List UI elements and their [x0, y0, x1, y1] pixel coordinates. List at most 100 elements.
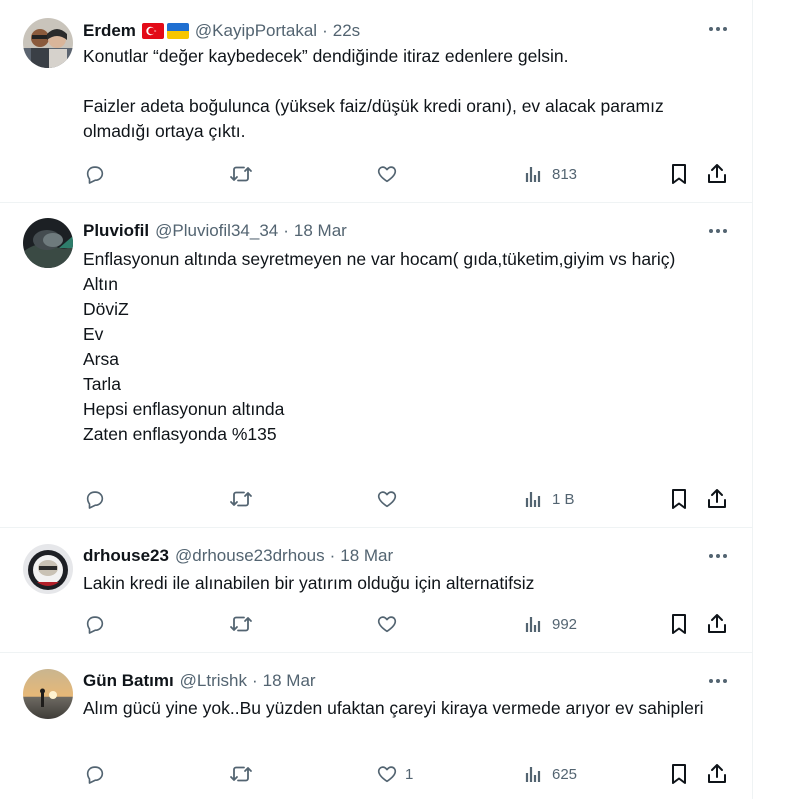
- retweet-button[interactable]: [229, 162, 253, 186]
- timestamp[interactable]: 18 Mar: [340, 546, 393, 566]
- views-button[interactable]: 813: [523, 162, 577, 186]
- views-button[interactable]: 625: [523, 762, 577, 786]
- display-name[interactable]: Gün Batımı: [83, 671, 174, 691]
- display-name[interactable]: drhouse23: [83, 546, 169, 566]
- more-options-button[interactable]: [707, 220, 729, 242]
- action-bar: 992: [83, 612, 731, 636]
- bookmark-button[interactable]: [668, 162, 690, 186]
- handle[interactable]: @KayipPortakal: [195, 21, 317, 41]
- more-options-button[interactable]: [707, 545, 729, 567]
- reply-icon: [86, 491, 104, 509]
- retweet-button[interactable]: [229, 612, 253, 636]
- reply-button[interactable]: [84, 762, 106, 786]
- retweet-button[interactable]: [229, 762, 253, 786]
- views-button[interactable]: 992: [523, 612, 577, 636]
- reply-feed: Erdem @KayipPortakal · 22s Konutlar “değ…: [0, 0, 753, 799]
- more-icon: [709, 679, 727, 683]
- views-icon: [525, 767, 541, 782]
- view-count: 625: [552, 765, 578, 783]
- tweet-text: Lakin kredi ile alınabilen bir yatırım o…: [83, 573, 535, 593]
- tweet-text: Alım gücü yine yok..Bu yüzden ufaktan ça…: [83, 698, 704, 718]
- bookmark-button[interactable]: [668, 612, 690, 636]
- tweet-text: Enflasyonun altında seyretmeyen ne var h…: [83, 249, 676, 444]
- tweet-header: Erdem @KayipPortakal · 22s: [83, 19, 360, 43]
- avatar[interactable]: [23, 669, 73, 719]
- share-button[interactable]: [706, 762, 728, 786]
- handle[interactable]: @drhouse23drhous: [175, 546, 325, 566]
- views-button[interactable]: 1 B: [523, 487, 575, 511]
- share-button[interactable]: [706, 612, 728, 636]
- bookmark-button[interactable]: [668, 762, 690, 786]
- avatar[interactable]: [23, 18, 73, 68]
- tweet[interactable]: Pluviofil @Pluviofil34_34 · 18 Mar Enfla…: [0, 203, 752, 528]
- more-options-button[interactable]: [707, 670, 729, 692]
- timestamp[interactable]: 22s: [333, 21, 360, 41]
- retweet-icon: [230, 166, 252, 182]
- views-icon: [525, 492, 541, 507]
- reply-button[interactable]: [84, 612, 106, 636]
- tweet[interactable]: Gün Batımı @Ltrishk · 18 Mar Alım gücü y…: [0, 653, 752, 802]
- bookmark-button[interactable]: [668, 487, 690, 511]
- heart-icon: [377, 166, 397, 183]
- separator-dot: ·: [252, 671, 258, 690]
- share-icon: [708, 164, 726, 183]
- view-count: 813: [552, 165, 578, 183]
- handle[interactable]: @Ltrishk: [180, 671, 247, 691]
- share-button[interactable]: [706, 162, 728, 186]
- tweet[interactable]: drhouse23 @drhouse23drhous · 18 Mar Laki…: [0, 528, 752, 653]
- heart-icon: [377, 616, 397, 633]
- heart-icon: [377, 491, 397, 508]
- action-bar: 1 B: [83, 487, 731, 511]
- bookmark-icon: [672, 164, 686, 184]
- avatar[interactable]: [23, 218, 73, 268]
- retweet-icon: [230, 491, 252, 507]
- action-bar: 1 625: [83, 762, 731, 786]
- separator-dot: ·: [283, 221, 289, 240]
- more-icon: [709, 27, 727, 31]
- like-button[interactable]: [376, 612, 405, 636]
- share-button[interactable]: [706, 487, 728, 511]
- timestamp[interactable]: 18 Mar: [294, 221, 347, 241]
- like-button[interactable]: 1: [376, 762, 413, 786]
- share-icon: [708, 614, 726, 633]
- like-count: 1: [405, 765, 414, 783]
- tweet-header: drhouse23 @drhouse23drhous · 18 Mar: [83, 544, 393, 568]
- separator-dot: ·: [322, 21, 328, 40]
- view-count: 1 B: [552, 490, 575, 508]
- tweet-header: Pluviofil @Pluviofil34_34 · 18 Mar: [83, 219, 347, 243]
- share-icon: [708, 489, 726, 508]
- action-bar: 813: [83, 162, 731, 186]
- retweet-icon: [230, 616, 252, 632]
- handle[interactable]: @Pluviofil34_34: [155, 221, 278, 241]
- like-button[interactable]: [376, 162, 405, 186]
- views-icon: [525, 167, 541, 182]
- view-count: 992: [552, 615, 578, 633]
- separator-dot: ·: [329, 546, 336, 565]
- bookmark-icon: [672, 764, 686, 784]
- reply-icon: [86, 616, 104, 634]
- ukraine-flag-icon: [166, 23, 189, 39]
- like-button[interactable]: [376, 487, 405, 511]
- reply-button[interactable]: [84, 162, 106, 186]
- bookmark-icon: [672, 489, 686, 509]
- turkey-flag-icon: [141, 23, 164, 39]
- retweet-button[interactable]: [229, 487, 253, 511]
- more-icon: [709, 554, 727, 558]
- bookmark-icon: [672, 614, 686, 634]
- avatar[interactable]: [23, 544, 73, 594]
- flag-emojis: [141, 23, 189, 39]
- more-options-button[interactable]: [707, 18, 729, 40]
- display-name[interactable]: Pluviofil: [83, 221, 149, 241]
- display-name[interactable]: Erdem: [83, 21, 136, 41]
- more-icon: [709, 229, 727, 233]
- reply-icon: [86, 766, 104, 784]
- timestamp[interactable]: 18 Mar: [263, 671, 316, 691]
- reply-icon: [86, 166, 104, 184]
- retweet-icon: [230, 766, 252, 782]
- tweet-header: Gün Batımı @Ltrishk · 18 Mar: [83, 669, 316, 693]
- tweet[interactable]: Erdem @KayipPortakal · 22s Konutlar “değ…: [0, 0, 752, 203]
- reply-button[interactable]: [84, 487, 106, 511]
- heart-icon: [377, 766, 397, 783]
- views-icon: [525, 617, 541, 632]
- share-icon: [708, 764, 726, 783]
